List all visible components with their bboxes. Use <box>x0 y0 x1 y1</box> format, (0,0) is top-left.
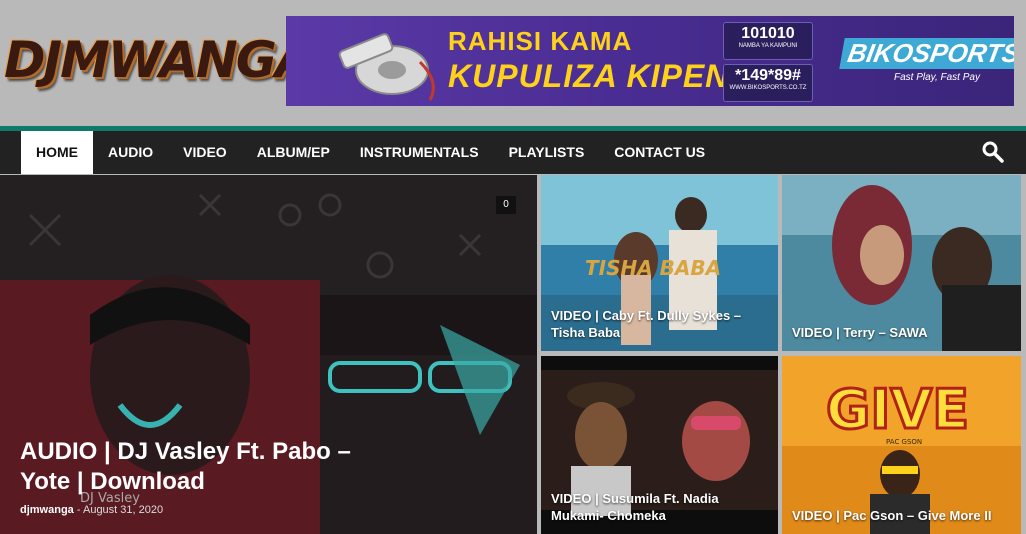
company-number: 101010 <box>741 25 795 42</box>
whistle-icon <box>338 33 435 101</box>
banner-website: WWW.BIKOSPORTS.CO.TZ <box>729 85 807 91</box>
featured-post-meta: djmwanga - August 31, 2020 <box>20 504 163 516</box>
tile-title[interactable]: VIDEO | Caby Ft. Dully Sykes – Tisha Bab… <box>551 307 768 341</box>
ussd-box: *149*89# WWW.BIKOSPORTS.CO.TZ <box>723 64 813 102</box>
tile-title[interactable]: VIDEO | Terry – SAWA <box>792 324 1011 341</box>
brand-tagline: Fast Play, Fast Pay <box>894 72 980 83</box>
nav-item-home[interactable]: HOME <box>21 131 93 174</box>
banner-headline-1: RAHISI KAMA <box>448 26 633 56</box>
logo-text: DJMWANGA <box>4 31 314 89</box>
tile-overlay-text: TISHA BABA <box>585 256 721 280</box>
nav-item-contact-us[interactable]: CONTACT US <box>599 131 720 174</box>
post-date: August 31, 2020 <box>82 504 164 516</box>
comment-count-badge[interactable]: 0 <box>496 196 516 214</box>
main-navigation: HOME AUDIO VIDEO ALBUM/EP INSTRUMENTALS … <box>0 131 1026 174</box>
nav-item-video[interactable]: VIDEO <box>168 131 242 174</box>
nav-item-instrumentals[interactable]: INSTRUMENTALS <box>345 131 494 174</box>
post-tile-give-more[interactable]: GIVE PAC GSON VIDEO | Pac Gson – Give Mo… <box>782 356 1021 534</box>
nav-item-audio[interactable]: AUDIO <box>93 131 168 174</box>
post-tile-tisha-baba[interactable]: TISHA BABA VIDEO | Caby Ft. Dully Sykes … <box>541 175 778 351</box>
company-number-box: 101010 NAMBA YA KAMPUNI <box>723 22 813 60</box>
tile-sub-text: PAC GSON <box>886 438 922 446</box>
advertisement-banner[interactable]: RAHISI KAMA KUPULIZA KIPENGA 101010 NAMB… <box>286 16 1014 106</box>
post-tile-chomeka[interactable]: VIDEO | Susumila Ft. Nadia Mukami- Chome… <box>541 356 778 534</box>
featured-post-title[interactable]: AUDIO | DJ Vasley Ft. Pabo – Yote | Down… <box>20 437 380 497</box>
meta-separator: - <box>76 504 81 516</box>
tile-title[interactable]: VIDEO | Susumila Ft. Nadia Mukami- Chome… <box>551 490 768 524</box>
nav-item-playlists[interactable]: PLAYLISTS <box>494 131 600 174</box>
post-author[interactable]: djmwanga <box>20 504 74 516</box>
ussd-code: *149*89# <box>735 67 801 84</box>
search-icon[interactable] <box>982 141 1004 163</box>
tile-overlay-text: GIVE <box>826 378 969 441</box>
post-tile-sawa[interactable]: VIDEO | Terry – SAWA <box>782 175 1021 351</box>
banner-brand: BIKOSPORTS Fast Play, Fast Pay <box>830 38 1014 86</box>
site-logo[interactable]: DJMWANGA <box>4 14 314 106</box>
brand-name: BIKOSPORTS <box>839 38 1014 69</box>
company-number-label: NAMBA YA KAMPUNI <box>738 43 798 49</box>
nav-item-album-ep[interactable]: ALBUM/EP <box>242 131 345 174</box>
featured-post[interactable]: DJ Vasley 0 AUDIO | DJ Vasley Ft. Pabo –… <box>0 175 537 534</box>
tile-title[interactable]: VIDEO | Pac Gson – Give More II <box>792 507 1011 524</box>
